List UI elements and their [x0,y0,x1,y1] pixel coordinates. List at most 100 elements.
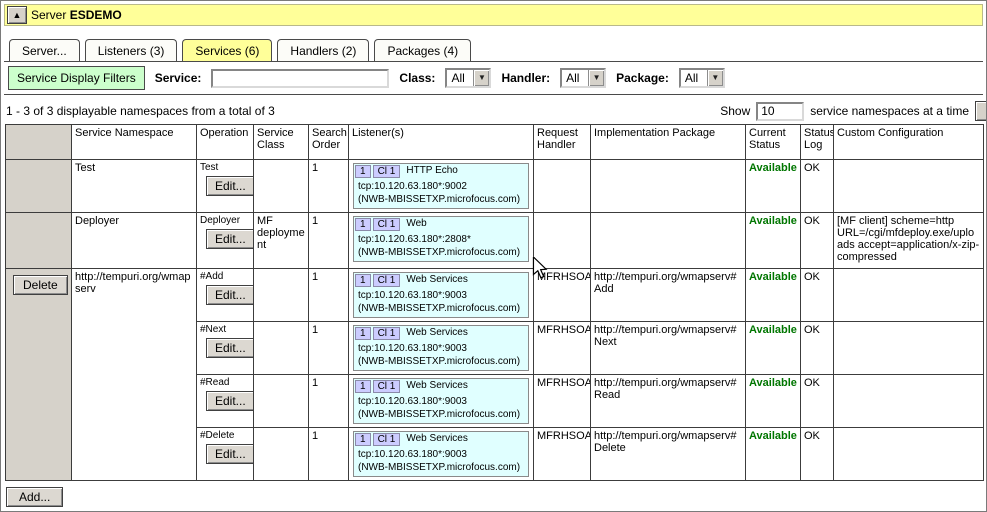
cell-service-class [254,428,309,481]
edit-button[interactable]: Edit... [206,176,254,196]
chevron-down-icon[interactable]: ▼ [588,70,604,86]
cell-request-handler: MFRHSOAP [534,269,591,322]
status-badge: Available [749,215,797,227]
cut-off-button[interactable] [975,101,987,121]
tab-services[interactable]: Services (6) [182,39,272,61]
operation-name: Test [200,162,250,173]
tab-handlers[interactable]: Handlers (2) [277,39,369,61]
cell-listeners: 1 Cl 1 Web Services tcp:10.120.63.180*:9… [349,322,534,375]
service-filter-bar: Service Display Filters Service: Class: … [4,62,983,95]
cell-request-handler: MFRHSOAP [534,375,591,428]
cell-status-log: OK [801,375,834,428]
operation-name: #Add [200,271,250,282]
status-badge: Available [749,162,797,174]
class-select[interactable]: All ▼ [445,68,491,88]
cell-namespace: Test [72,160,197,213]
handler-select[interactable]: All ▼ [560,68,606,88]
cell-status-log: OK [801,269,834,322]
edit-button[interactable]: Edit... [206,338,254,358]
tab-server[interactable]: Server... [9,39,80,61]
cell-search-order: 1 [309,428,349,481]
edit-button[interactable]: Edit... [206,391,254,411]
cell-search-order: 1 [309,160,349,213]
cell-service-class: MF deployment [254,213,309,269]
cell-custom-config: [MF client] scheme=http URL=/cgi/mfdeplo… [834,213,984,269]
listener-address: tcp:10.120.63.180*:9003 [355,448,526,461]
cell-current-status: Available [746,428,801,481]
listener-index: 1 [355,218,371,231]
cell-status-log: OK [801,160,834,213]
listener-name: Web Services [402,327,472,340]
listener-index: 1 [355,165,371,178]
cell-operation: #Next Edit... [197,322,254,375]
cell-listeners: 1 Cl 1 Web Services tcp:10.120.63.180*:9… [349,375,534,428]
cell-action [6,213,72,269]
show-count-input[interactable] [756,102,804,121]
show-label: Show [720,104,750,118]
table-row: Deployer Deployer Edit... MF deployment … [6,213,984,269]
table-row: Delete http://tempuri.org/wmapserv #Add … [6,269,984,322]
server-name: ESDEMO [70,8,122,22]
chevron-down-icon[interactable]: ▼ [707,70,723,86]
show-count-group: Show service namespaces at a time [720,101,981,121]
delete-button[interactable]: Delete [13,275,68,295]
column-header-implementation: Implementation Package [591,125,746,160]
column-header-listeners: Listener(s) [349,125,534,160]
cell-search-order: 1 [309,375,349,428]
listener-address: tcp:10.120.63.180*:9003 [355,395,526,408]
listener-name: Web Services [402,274,472,287]
cell-namespace: Deployer [72,213,197,269]
column-header-namespace: Service Namespace [72,125,197,160]
tab-listeners[interactable]: Listeners (3) [85,39,178,61]
cell-namespace: http://tempuri.org/wmapserv [72,269,197,481]
cell-listeners: 1 Cl 1 Web tcp:10.120.63.180*:2808* (NWB… [349,213,534,269]
listener-channel: Cl 1 [373,165,401,178]
listener-host: (NWB-MBISSETXP.microfocus.com) [355,302,526,315]
class-filter-label: Class: [399,71,435,85]
cell-listeners: 1 Cl 1 Web Services tcp:10.120.63.180*:9… [349,269,534,322]
edit-button[interactable]: Edit... [206,444,254,464]
services-table: Service Namespace Operation Service Clas… [5,124,984,481]
listener-channel: Cl 1 [373,433,401,446]
header-row: Service Namespace Operation Service Clas… [6,125,984,160]
edit-button[interactable]: Edit... [206,285,254,305]
cell-search-order: 1 [309,213,349,269]
cell-search-order: 1 [309,322,349,375]
listener-index: 1 [355,380,371,393]
tab-packages[interactable]: Packages (4) [374,39,471,61]
listener-index: 1 [355,433,371,446]
listener-address: tcp:10.120.63.180*:2808* [355,233,526,246]
listener-entry: 1 Cl 1 Web Services tcp:10.120.63.180*:9… [353,272,529,318]
add-button[interactable]: Add... [6,487,63,507]
listener-entry: 1 Cl 1 Web Services tcp:10.120.63.180*:9… [353,431,529,477]
package-select[interactable]: All ▼ [679,68,725,88]
cell-implementation: http://tempuri.org/wmapserv#Next [591,322,746,375]
cell-status-log: OK [801,428,834,481]
cell-operation: Deployer Edit... [197,213,254,269]
package-select-value: All [681,70,707,86]
cell-request-handler: MFRHSOAP [534,428,591,481]
operation-name: Deployer [200,215,250,226]
column-header-current-status: Current Status [746,125,801,160]
cell-request-handler [534,160,591,213]
listener-address: tcp:10.120.63.180*:9002 [355,180,526,193]
service-filter-input[interactable] [211,69,389,88]
listener-host: (NWB-MBISSETXP.microfocus.com) [355,408,526,421]
column-header-service-class: Service Class [254,125,309,160]
es-admin-window: ▲ Server ESDEMO Server... Listeners (3) … [0,0,987,512]
collapse-triangle-icon[interactable]: ▲ [7,6,27,24]
cell-request-handler: MFRHSOAP [534,322,591,375]
status-badge: Available [749,271,797,283]
status-badge: Available [749,324,797,336]
column-header-status-log: Status Log [801,125,834,160]
operation-name: #Delete [200,430,250,441]
listener-index: 1 [355,274,371,287]
edit-button[interactable]: Edit... [206,229,254,249]
cell-search-order: 1 [309,269,349,322]
cell-implementation: http://tempuri.org/wmapserv#Read [591,375,746,428]
listener-address: tcp:10.120.63.180*:9003 [355,342,526,355]
listener-host: (NWB-MBISSETXP.microfocus.com) [355,461,526,474]
chevron-down-icon[interactable]: ▼ [473,70,489,86]
listener-address: tcp:10.120.63.180*:9003 [355,289,526,302]
cell-status-log: OK [801,322,834,375]
